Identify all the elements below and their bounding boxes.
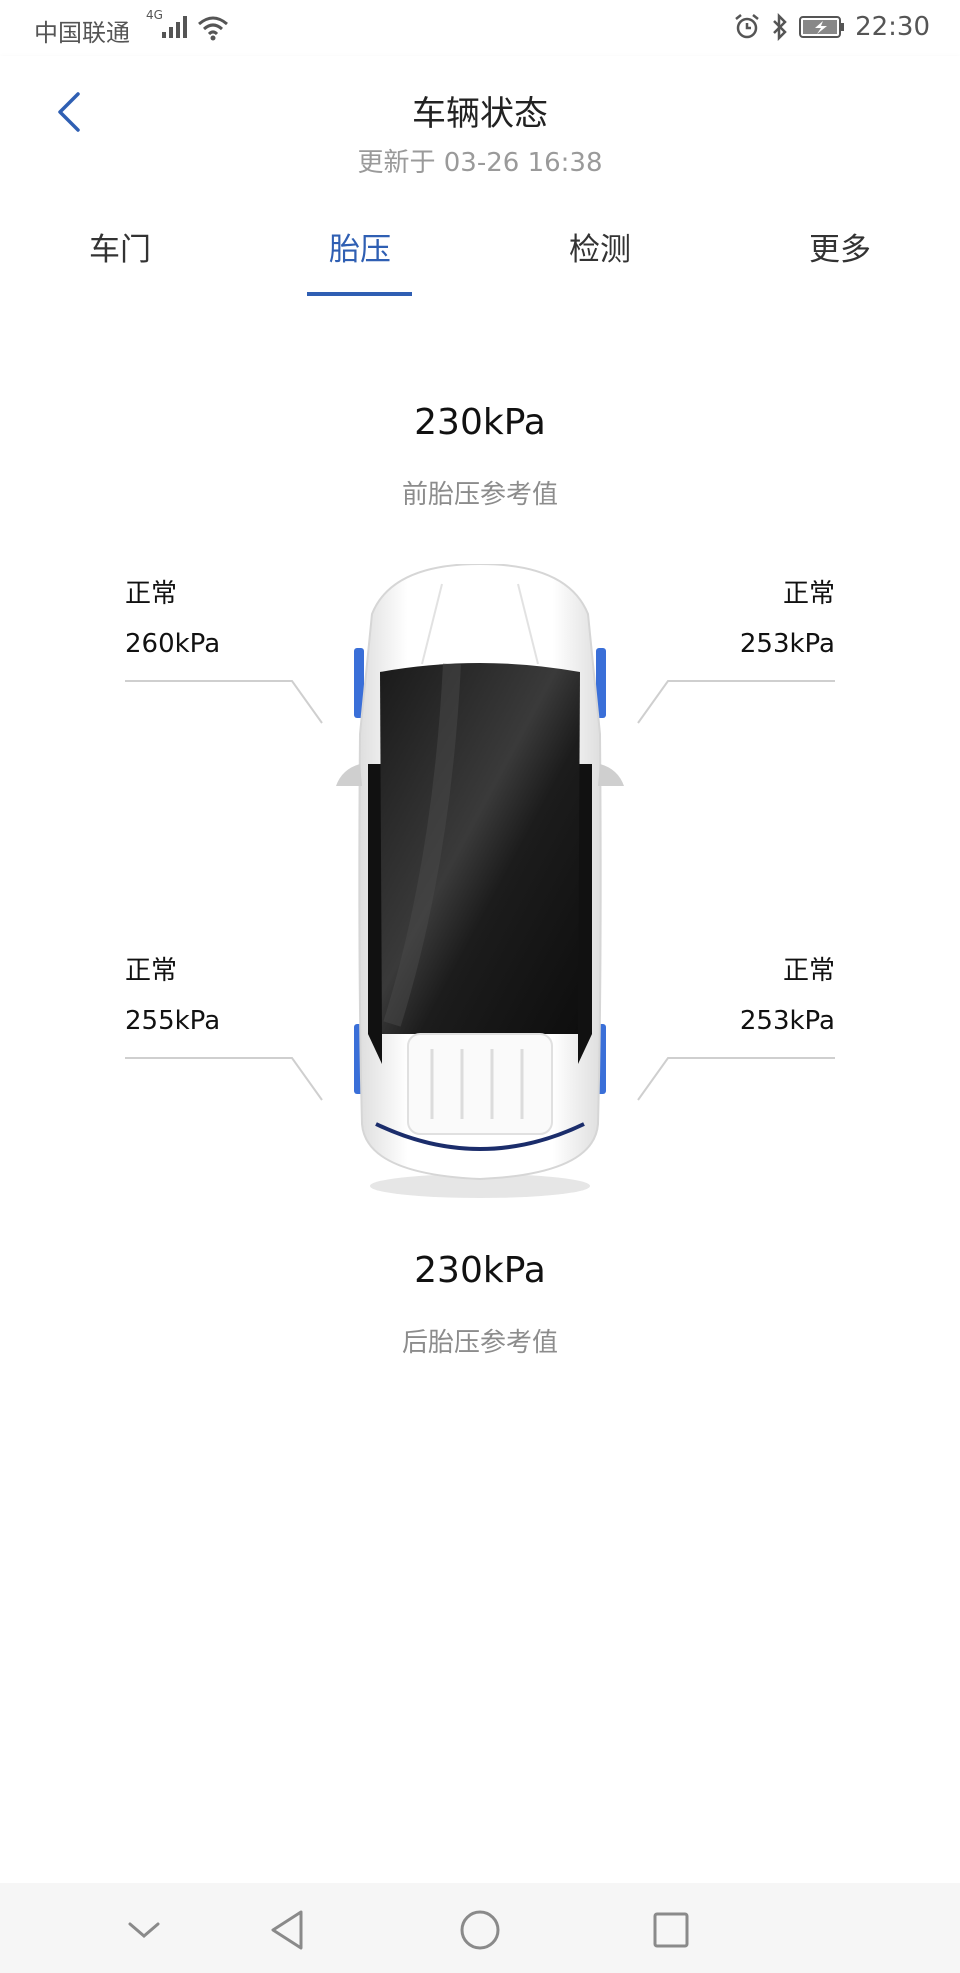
tire-status: 正常 <box>782 579 835 609</box>
tire-pressure-panel: 230kPa 前胎压参考值 正常 260kPa 正常 253kPa 正常 255… <box>0 296 960 1883</box>
tire-pressure-value: 253kPa <box>739 629 835 659</box>
tire-rear-right: 正常 253kPa <box>740 946 835 1046</box>
hide-nav-button[interactable] <box>119 1905 169 1955</box>
back-triangle-icon <box>271 1910 303 1950</box>
front-reference-value: 230kPa <box>414 402 546 443</box>
car-top-view-illustration <box>336 564 624 1198</box>
page-header: 车辆状态 更新于 03-26 16:38 车门 胎压 检测 更多 <box>0 56 960 296</box>
nav-back-button[interactable] <box>262 1905 312 1955</box>
signal-icon <box>162 16 187 38</box>
recents-square-icon <box>653 1912 689 1948</box>
carrier-name: 中国联通 <box>34 19 130 47</box>
nav-home-button[interactable] <box>455 1905 505 1955</box>
system-nav-bar <box>0 1883 960 1973</box>
wifi-icon <box>198 16 228 41</box>
chevron-down-icon <box>128 1922 160 1938</box>
tab-label: 车门 <box>89 232 151 268</box>
home-circle-icon <box>460 1910 500 1950</box>
rear-reference-label: 后胎压参考值 <box>401 1328 558 1358</box>
rear-reference-value: 230kPa <box>414 1250 546 1291</box>
tab-label: 检测 <box>569 232 631 268</box>
tab-more[interactable]: 更多 <box>720 216 960 296</box>
last-updated: 更新于 03-26 16:38 <box>357 148 603 178</box>
tab-label: 更多 <box>809 232 871 268</box>
battery-icon <box>799 16 845 38</box>
status-bar: 中国联通 4G 22:30 <box>0 0 960 56</box>
tire-pressure-value: 253kPa <box>739 1006 835 1036</box>
tire-pressure-value: 255kPa <box>125 1006 221 1036</box>
tab-doors[interactable]: 车门 <box>0 216 240 296</box>
tire-pressure-value: 260kPa <box>125 629 221 659</box>
tire-front-left: 正常 260kPa <box>125 569 220 669</box>
front-reference-label: 前胎压参考值 <box>401 480 558 510</box>
tire-front-right: 正常 253kPa <box>740 569 835 669</box>
tab-tire-pressure[interactable]: 胎压 <box>240 216 480 296</box>
tab-inspection[interactable]: 检测 <box>480 216 720 296</box>
page-title: 车辆状态 <box>412 94 548 134</box>
tab-label: 胎压 <box>329 232 391 268</box>
alarm-icon <box>735 14 759 39</box>
nav-recents-button[interactable] <box>646 1905 696 1955</box>
bluetooth-icon <box>773 13 787 41</box>
tire-status: 正常 <box>125 956 178 986</box>
tire-status: 正常 <box>125 579 178 609</box>
tab-bar: 车门 胎压 检测 更多 <box>0 216 960 296</box>
tire-status: 正常 <box>782 956 835 986</box>
status-right-icons: 22:30 <box>733 12 930 42</box>
tire-rear-left: 正常 255kPa <box>125 946 220 1046</box>
clock-time: 22:30 <box>855 12 930 42</box>
